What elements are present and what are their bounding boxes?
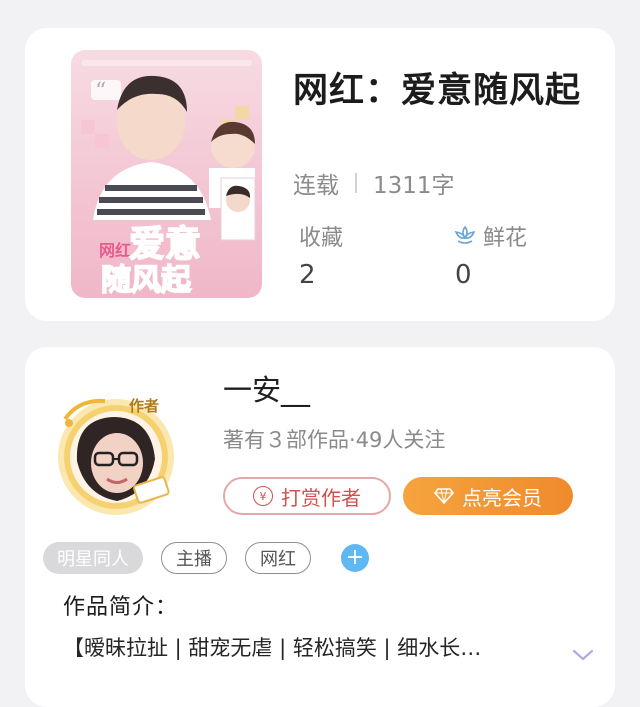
author-card: 作者 一安__ 著有３部作品·49人关注 ¥ 打赏作者 点亮会员 明星同人 主播… bbox=[25, 347, 615, 707]
author-name[interactable]: 一安__ bbox=[223, 367, 310, 409]
intro-text[interactable]: 【暧昧拉扯 | 甜宠无虐 | 轻松搞笑 | 细水长… bbox=[63, 632, 563, 662]
diamond-icon bbox=[434, 488, 454, 504]
author-avatar[interactable]: 作者 bbox=[51, 389, 181, 519]
collect-stat[interactable]: 收藏 2 bbox=[299, 220, 343, 290]
flower-count: 0 bbox=[455, 260, 472, 290]
vip-button[interactable]: 点亮会员 bbox=[403, 477, 573, 515]
tag-item[interactable]: 主播 bbox=[161, 542, 227, 574]
collect-label: 收藏 bbox=[299, 226, 344, 251]
flower-stat[interactable]: 鲜花 0 bbox=[453, 220, 527, 290]
collect-count: 2 bbox=[299, 260, 316, 290]
author-stats: 著有３部作品·49人关注 bbox=[223, 428, 446, 452]
author-badge: 作者 bbox=[129, 397, 160, 415]
avatar-image bbox=[58, 398, 174, 515]
tag-item[interactable]: 网红 bbox=[245, 542, 311, 574]
cover-title-line2: 随风起 bbox=[101, 263, 192, 298]
cover-title-small: 网红 bbox=[99, 241, 131, 260]
chevron-down-icon[interactable] bbox=[572, 647, 594, 663]
serial-status: 连载 bbox=[293, 173, 339, 199]
tip-author-label: 打赏作者 bbox=[281, 485, 361, 510]
tag-list: 明星同人 主播 网红 + bbox=[43, 542, 369, 574]
word-count: 1311字 bbox=[373, 173, 455, 199]
tip-author-button[interactable]: ¥ 打赏作者 bbox=[223, 477, 391, 515]
book-meta: 连载 1311字 bbox=[293, 166, 455, 200]
intro-title: 作品简介： bbox=[63, 595, 179, 620]
flower-label-row: 鲜花 bbox=[453, 220, 527, 252]
book-card: “ 网红 爱意 随风起 网红：爱意随风起 连载 1311字 收藏 2 鲜花 0 bbox=[25, 28, 615, 321]
yen-icon: ¥ bbox=[253, 486, 273, 506]
add-tag-button[interactable]: + bbox=[341, 544, 369, 572]
cover-title-line1: 爱意 bbox=[129, 224, 201, 265]
book-cover[interactable]: “ 网红 爱意 随风起 bbox=[71, 50, 262, 298]
cover-art: “ 网红 爱意 随风起 bbox=[81, 60, 256, 298]
book-title: 网红：爱意随风起 bbox=[293, 71, 582, 111]
svg-text:“: “ bbox=[95, 79, 106, 104]
flower-label: 鲜花 bbox=[483, 226, 528, 251]
flower-icon bbox=[454, 225, 476, 244]
tag-item[interactable]: 明星同人 bbox=[43, 542, 143, 574]
vip-label: 点亮会员 bbox=[462, 485, 542, 510]
meta-divider bbox=[355, 173, 357, 193]
